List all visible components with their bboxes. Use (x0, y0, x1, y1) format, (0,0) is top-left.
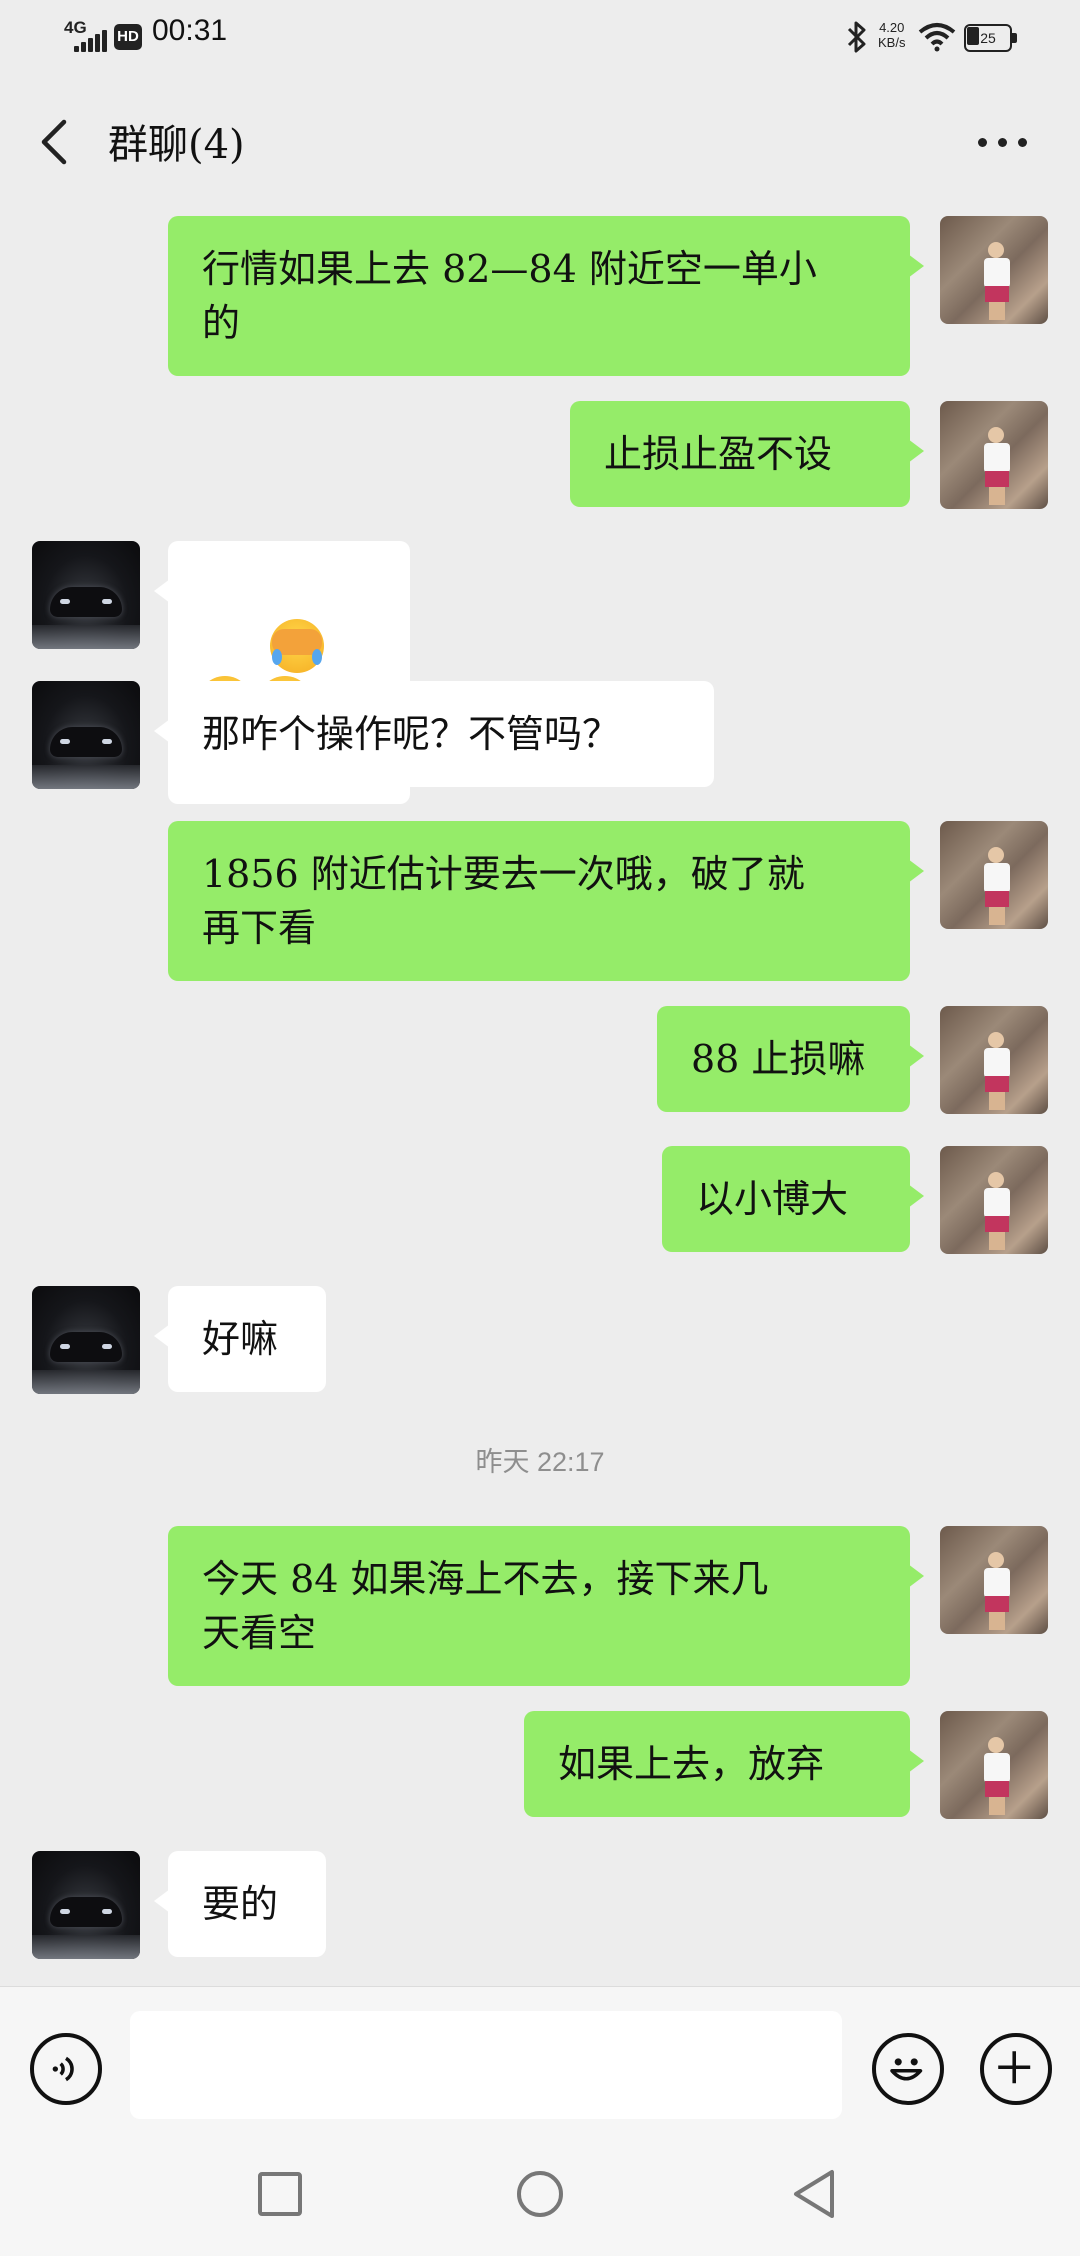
signal-icon (74, 30, 108, 52)
plus-icon[interactable] (980, 2033, 1052, 2105)
status-bar: 4G HD 00:31 4.20 KB/s 25 (0, 0, 1080, 74)
wifi-icon (918, 23, 956, 52)
network-speed: 4.20 KB/s (878, 20, 905, 50)
avatar[interactable] (940, 401, 1048, 509)
avatar[interactable] (32, 1851, 140, 1959)
back-triangle-icon[interactable] (786, 2164, 846, 2224)
more-dots-icon[interactable] (968, 114, 1038, 170)
message-bubble[interactable]: 1856 附近估计要去一次哦，破了就 再下看 (168, 821, 924, 981)
avatar[interactable] (940, 1526, 1048, 1634)
avatar[interactable] (940, 216, 1048, 324)
message-bubble[interactable]: 今天 84 如果海上不去，接下来几 天看空 (168, 1526, 924, 1686)
avatar[interactable] (940, 1006, 1048, 1114)
avatar[interactable] (32, 681, 140, 789)
voice-icon[interactable] (30, 2033, 102, 2105)
facepalm-crying-emoji (270, 618, 325, 673)
battery-level: 25 (980, 30, 996, 46)
message-bubble[interactable]: 那咋个操作呢？不管吗？ (154, 681, 714, 787)
bluetooth-icon (847, 21, 866, 53)
message-bubble[interactable]: 行情如果上去 82—84 附近空一单小 的 (168, 216, 924, 376)
input-bar (0, 1986, 1080, 2124)
message-bubble[interactable]: 如果上去，放弃 (524, 1711, 924, 1817)
hd-badge: HD (114, 24, 142, 50)
avatar[interactable] (32, 541, 140, 649)
emoji-icon[interactable] (872, 2033, 944, 2105)
chevron-left-icon[interactable] (28, 110, 88, 174)
message-input[interactable] (130, 2011, 842, 2119)
chat-messages[interactable]: 行情如果上去 82—84 附近空一单小 的 止损止盈不设 那咋个操作呢？不管吗？… (0, 208, 1080, 1986)
message-bubble[interactable]: 以小博大 (662, 1146, 924, 1252)
timestamp-divider: 昨天 22:17 (475, 1447, 605, 1477)
recent-apps-icon[interactable] (250, 2164, 310, 2224)
system-nav-bar (0, 2124, 1080, 2256)
home-icon[interactable] (510, 2164, 570, 2224)
speed-unit: KB/s (878, 35, 906, 50)
status-time: 00:31 (152, 14, 228, 47)
chat-header: 群聊(4) (0, 74, 1080, 208)
avatar[interactable] (32, 1286, 140, 1394)
message-bubble[interactable]: 88 止损嘛 (657, 1006, 924, 1112)
message-bubble[interactable]: 好嘛 (154, 1286, 326, 1392)
avatar[interactable] (940, 821, 1048, 929)
message-bubble[interactable]: 要的 (154, 1851, 326, 1957)
speed-value: 4.20 (879, 20, 905, 35)
page-title: 群聊(4) (108, 122, 245, 168)
avatar[interactable] (940, 1146, 1048, 1254)
avatar[interactable] (940, 1711, 1048, 1819)
battery-icon: 25 (964, 24, 1018, 52)
message-bubble[interactable]: 止损止盈不设 (570, 401, 924, 507)
